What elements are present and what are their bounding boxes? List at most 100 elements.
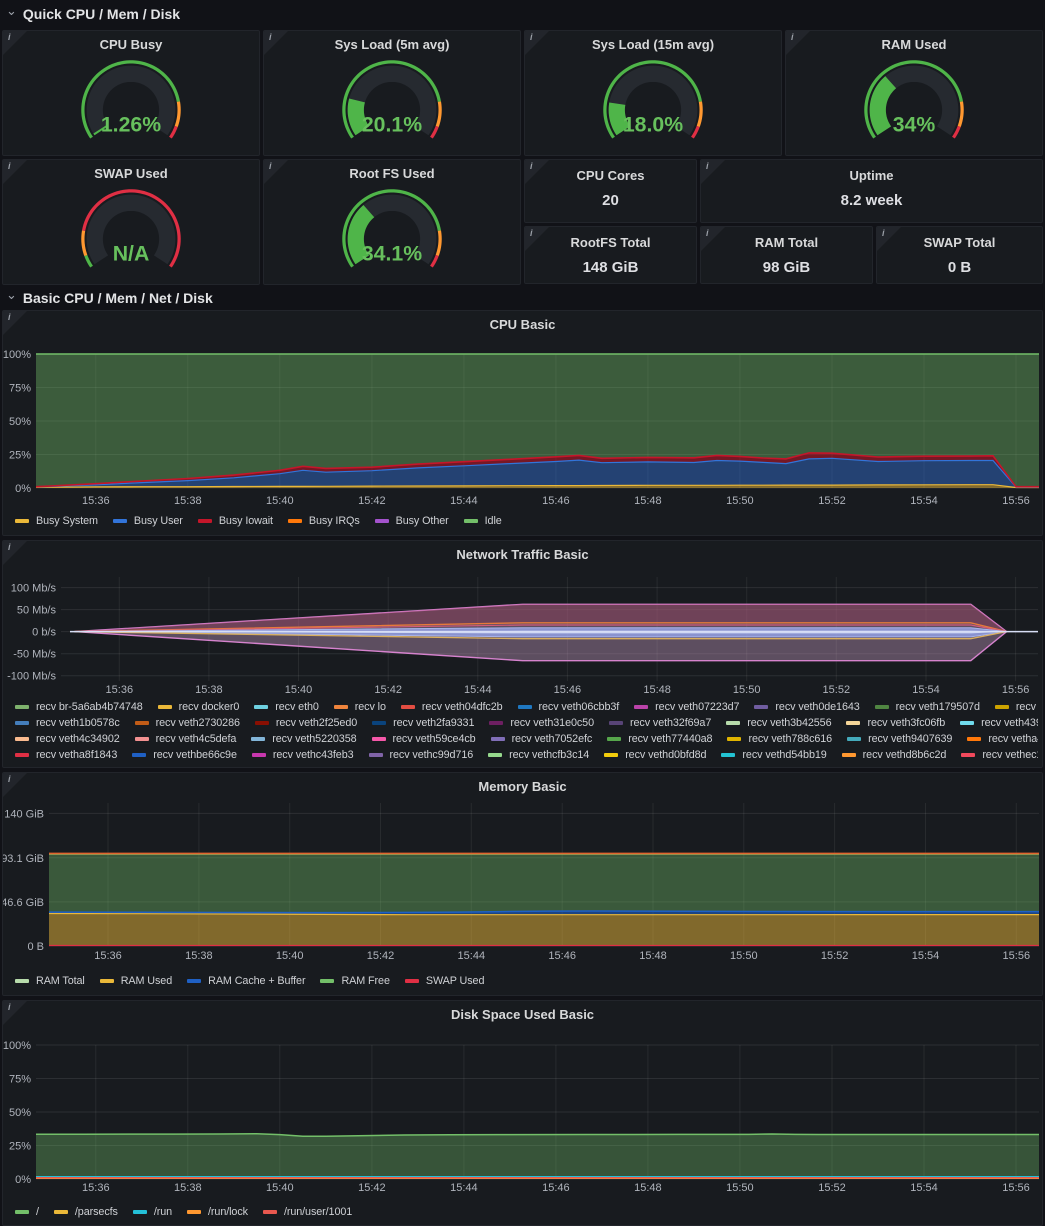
network-traffic-plot[interactable]: 100 Mb/s50 Mb/s0 b/s-50 Mb/s-100 Mb/s15:… xyxy=(3,541,1043,699)
gauge-title[interactable]: CPU Busy xyxy=(3,37,259,52)
legend-item[interactable]: recv lo xyxy=(334,701,386,713)
legend-item[interactable]: recv veth4c34902 xyxy=(15,733,120,745)
svg-text:100 Mb/s: 100 Mb/s xyxy=(11,583,57,595)
legend-item[interactable]: recv vethd54bb19 xyxy=(721,749,826,761)
legend-item[interactable]: recv vethd0bfd8d xyxy=(604,749,706,761)
legend-item[interactable]: recv veth7052efc xyxy=(491,733,593,745)
legend-item[interactable]: recv veth0de1643 xyxy=(754,701,859,713)
legend-item[interactable]: recv docker0 xyxy=(158,701,240,713)
legend-swatch xyxy=(15,1210,29,1214)
legend-item[interactable]: recv vethec1dc91 xyxy=(961,749,1038,761)
legend-item[interactable]: /run xyxy=(133,1206,172,1218)
legend-item[interactable]: SWAP Used xyxy=(405,975,485,987)
section-header-basic[interactable]: ⌄ Basic CPU / Mem / Net / Disk xyxy=(0,284,1045,312)
legend-item[interactable]: Busy Iowait xyxy=(198,515,273,527)
stat-value: 0 B xyxy=(877,259,1042,276)
legend-item[interactable]: /parsecfs xyxy=(54,1206,118,1218)
legend-item[interactable]: Busy System xyxy=(15,515,98,527)
legend-label: recv veth31e0c50 xyxy=(510,717,594,729)
stat-title[interactable]: SWAP Total xyxy=(877,235,1042,250)
section-title-basic: Basic CPU / Mem / Net / Disk xyxy=(23,290,213,306)
panel-title-cpu-basic[interactable]: CPU Basic xyxy=(3,317,1042,332)
panel-network-traffic-basic: i Network Traffic Basic 100 Mb/s50 Mb/s0… xyxy=(2,540,1043,768)
stat-title[interactable]: Uptime xyxy=(701,168,1042,183)
legend-item[interactable]: recv veth77440a8 xyxy=(607,733,712,745)
legend-item[interactable]: RAM Free xyxy=(320,975,389,987)
legend-item[interactable]: Busy Other xyxy=(375,515,449,527)
cpu-basic-legend: Busy System Busy User Busy Iowait Busy IRQs… xyxy=(15,513,1038,529)
gauge-title[interactable]: SWAP Used xyxy=(3,166,259,181)
svg-text:15:56: 15:56 xyxy=(1002,1182,1030,1194)
legend-label: RAM Total xyxy=(36,975,85,987)
legend-swatch xyxy=(158,705,172,709)
panel-title-memory-basic[interactable]: Memory Basic xyxy=(3,779,1042,794)
legend-item[interactable]: recv veth31e0c50 xyxy=(489,717,594,729)
legend-swatch xyxy=(100,979,114,983)
gauge-title[interactable]: Sys Load (15m avg) xyxy=(525,37,781,52)
legend-item[interactable]: recv vetha41142a xyxy=(967,733,1038,745)
legend-item[interactable]: recv veth439c636 xyxy=(960,717,1038,729)
legend-item[interactable]: RAM Cache + Buffer xyxy=(187,975,305,987)
svg-text:0%: 0% xyxy=(15,1174,31,1186)
legend-item[interactable]: recv veth1814d42 xyxy=(995,701,1038,713)
legend-item[interactable]: Idle xyxy=(464,515,502,527)
legend-item[interactable]: recv veth07223d7 xyxy=(634,701,739,713)
stat-title[interactable]: RootFS Total xyxy=(525,235,696,250)
legend-item[interactable]: recv veth2730286 xyxy=(135,717,240,729)
gauge-title[interactable]: RAM Used xyxy=(786,37,1042,52)
svg-text:-50 Mb/s: -50 Mb/s xyxy=(13,649,56,661)
gauge-title[interactable]: Sys Load (5m avg) xyxy=(264,37,520,52)
legend-item[interactable]: recv veth9407639 xyxy=(847,733,952,745)
disk-space-plot[interactable]: 0%25%50%75%100%15:3615:3815:4015:4215:44… xyxy=(3,1001,1043,1197)
legend-swatch xyxy=(198,519,212,523)
legend-item[interactable]: recv vethc43feb3 xyxy=(252,749,354,761)
legend-item[interactable]: recv veth1b0578c xyxy=(15,717,120,729)
legend-item[interactable]: recv veth2f25ed0 xyxy=(255,717,357,729)
legend-label: /run/user/1001 xyxy=(284,1206,352,1218)
stat-title[interactable]: CPU Cores xyxy=(525,168,696,183)
panel-title-network-traffic[interactable]: Network Traffic Basic xyxy=(3,547,1042,562)
panel-title-disk-space[interactable]: Disk Space Used Basic xyxy=(3,1007,1042,1022)
legend-item[interactable]: recv veth2fa9331 xyxy=(372,717,474,729)
gauge-title[interactable]: Root FS Used xyxy=(264,166,520,181)
legend-item[interactable]: recv br-5a6ab4b74748 xyxy=(15,701,143,713)
legend-item[interactable]: recv vethcfb3c14 xyxy=(488,749,589,761)
legend-item[interactable]: recv veth788c616 xyxy=(727,733,832,745)
legend-item[interactable]: recv veth5220358 xyxy=(251,733,356,745)
stat-title[interactable]: RAM Total xyxy=(701,235,872,250)
legend-item[interactable]: recv veth06cbb3f xyxy=(518,701,620,713)
legend-item[interactable]: / xyxy=(15,1206,39,1218)
legend-swatch xyxy=(375,519,389,523)
section-header-quick[interactable]: ⌄ Quick CPU / Mem / Disk xyxy=(0,0,1045,28)
legend-item[interactable]: recv vethd8b6c2d xyxy=(842,749,947,761)
legend-item[interactable]: RAM Total xyxy=(15,975,85,987)
svg-text:15:42: 15:42 xyxy=(358,495,386,507)
gauge: 1.26% xyxy=(3,55,259,156)
legend-item[interactable]: /run/lock xyxy=(187,1206,248,1218)
legend-item[interactable]: Busy User xyxy=(113,515,183,527)
legend-item[interactable]: recv vetha8f1843 xyxy=(15,749,117,761)
legend-label: Busy User xyxy=(134,515,183,527)
legend-swatch xyxy=(113,519,127,523)
stat-panel-1: iUptime8.2 week xyxy=(700,159,1043,223)
legend-item[interactable]: recv vethc99d716 xyxy=(369,749,474,761)
cpu-basic-plot[interactable]: 0%25%50%75%100%15:3615:3815:4015:4215:44… xyxy=(3,311,1043,509)
section-title-quick: Quick CPU / Mem / Disk xyxy=(23,6,180,22)
legend-item[interactable]: recv veth3b42556 xyxy=(726,717,831,729)
legend-item[interactable]: recv veth4c5defa xyxy=(135,733,237,745)
gauge-arc: 34.1% xyxy=(308,184,476,284)
legend-item[interactable]: /run/user/1001 xyxy=(263,1206,352,1218)
legend-item[interactable]: recv veth179507d xyxy=(875,701,980,713)
legend-swatch xyxy=(320,979,334,983)
legend-item[interactable]: recv veth59ce4cb xyxy=(372,733,476,745)
legend-label: recv veth4c5defa xyxy=(156,733,237,745)
legend-item[interactable]: RAM Used xyxy=(100,975,172,987)
legend-item[interactable]: recv veth04dfc2b xyxy=(401,701,503,713)
memory-basic-plot[interactable]: 0 B46.6 GiB93.1 GiB140 GiB15:3615:3815:4… xyxy=(3,773,1043,965)
legend-label: recv veth3fc06fb xyxy=(867,717,945,729)
legend-item[interactable]: Busy IRQs xyxy=(288,515,360,527)
legend-item[interactable]: recv veth3fc06fb xyxy=(846,717,945,729)
legend-item[interactable]: recv vethbe66c9e xyxy=(132,749,237,761)
legend-item[interactable]: recv veth32f69a7 xyxy=(609,717,711,729)
legend-item[interactable]: recv eth0 xyxy=(254,701,319,713)
